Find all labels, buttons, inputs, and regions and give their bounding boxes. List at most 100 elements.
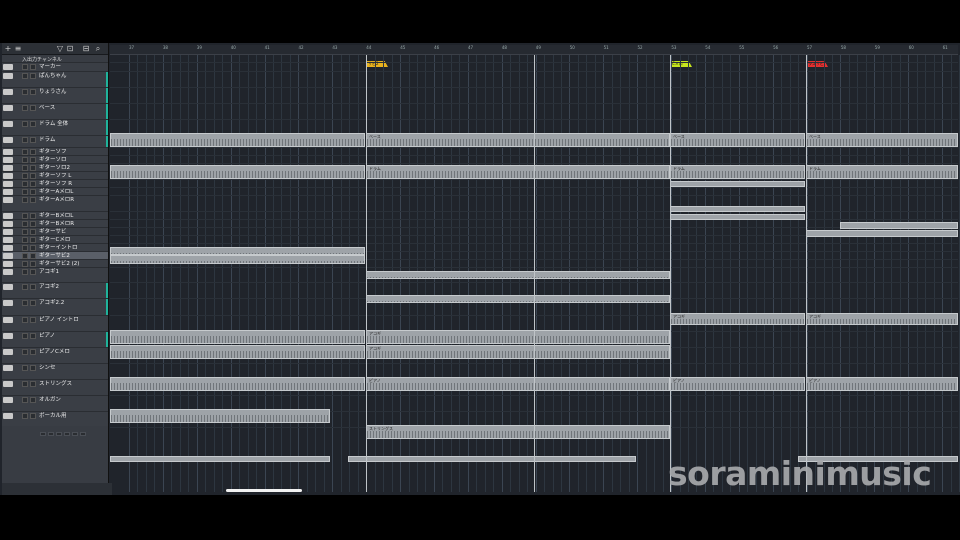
mute-button[interactable] [22, 317, 28, 323]
solo-button[interactable] [30, 349, 36, 355]
mute-button[interactable] [22, 284, 28, 290]
solo-button[interactable] [30, 105, 36, 111]
track-header[interactable]: シンセ [2, 363, 108, 388]
track-header[interactable]: ドラム 全体 [2, 119, 108, 144]
audio-clip[interactable] [110, 330, 365, 344]
track-controls[interactable] [40, 373, 100, 388]
track-header[interactable]: ギターCメロ [2, 235, 108, 243]
track-header[interactable]: ギターサビ2 [2, 251, 108, 259]
audio-clip[interactable]: アコギ [670, 313, 805, 325]
track-header[interactable]: ピアノCメロ [2, 347, 108, 372]
mute-button[interactable] [22, 121, 28, 127]
solo-button[interactable] [30, 300, 36, 306]
track-header[interactable]: ストリングス [2, 379, 108, 404]
audio-clip[interactable]: アコギ [366, 330, 670, 344]
audio-clip[interactable] [110, 377, 365, 391]
track-controls[interactable] [40, 292, 100, 307]
solo-button[interactable] [30, 89, 36, 95]
horizontal-scrollbar[interactable] [226, 489, 302, 492]
audio-clip[interactable]: ドラム [806, 165, 958, 179]
track-header[interactable]: ボーカル用 [2, 411, 108, 436]
solo-button[interactable] [30, 413, 36, 419]
mute-button[interactable] [22, 381, 28, 387]
mute-button[interactable] [22, 137, 28, 143]
audio-clip[interactable] [840, 222, 958, 229]
track-header[interactable]: ギターソフ R [2, 179, 108, 187]
track-header[interactable]: ギターAメロL [2, 187, 108, 195]
folder-icon[interactable]: ⊡ [66, 45, 74, 53]
solo-button[interactable] [30, 381, 36, 387]
mute-button[interactable] [22, 197, 28, 203]
track-header[interactable]: ドラム [2, 135, 108, 147]
track-header[interactable]: りょうさん [2, 87, 108, 112]
track-header[interactable]: アコギ2 [2, 282, 108, 307]
track-header[interactable]: アコギ2.2 [2, 298, 108, 323]
audio-clip[interactable] [670, 206, 805, 212]
track-header[interactable]: ギターソフ L [2, 171, 108, 179]
mute-button[interactable] [22, 89, 28, 95]
solo-button[interactable] [30, 284, 36, 290]
audio-clip[interactable]: ドラム [366, 165, 670, 179]
track-controls[interactable] [40, 389, 100, 404]
audio-clip[interactable] [366, 271, 670, 279]
track-controls[interactable] [40, 357, 100, 372]
track-controls[interactable] [40, 421, 100, 436]
mute-button[interactable] [22, 300, 28, 306]
audio-clip[interactable]: ピアノ [366, 377, 670, 391]
audio-clip[interactable]: ピアノ [806, 377, 958, 391]
audio-clip[interactable] [110, 345, 365, 359]
mute-button[interactable] [22, 105, 28, 111]
audio-clip[interactable]: ベース [806, 133, 958, 147]
track-header[interactable]: ギターBメロR [2, 219, 108, 227]
audio-clip[interactable] [670, 181, 805, 187]
solo-button[interactable] [30, 397, 36, 403]
track-header[interactable]: ギターAメロR [2, 195, 108, 220]
arrangement-canvas[interactable]: ベース ベース ベース ドラム ドラム ドラム アコギ アコギ アコギ アコギ ピアノ ピアノ ピアノス… [110, 55, 960, 492]
track-header[interactable]: ギターソフ [2, 147, 108, 155]
track-header[interactable]: ギターサビ [2, 227, 108, 235]
audio-clip[interactable] [110, 456, 330, 462]
mute-button[interactable] [22, 365, 28, 371]
track-header[interactable]: ギターソロ2 [2, 163, 108, 171]
audio-clip[interactable] [366, 295, 670, 303]
solo-button[interactable] [30, 365, 36, 371]
solo-button[interactable] [30, 64, 36, 70]
audio-clip[interactable]: ベース [366, 133, 670, 147]
track-controls[interactable] [40, 205, 100, 220]
track-controls[interactable] [40, 325, 100, 340]
track-header[interactable]: アコギ1 [2, 267, 108, 292]
search-icon[interactable]: ⌕ [94, 45, 102, 53]
track-menu-button[interactable]: ≡ [14, 45, 22, 53]
audio-clip[interactable] [110, 165, 365, 179]
collapse-icon[interactable]: ⊟ [82, 45, 90, 53]
audio-clip[interactable]: ベース [670, 133, 805, 147]
solo-button[interactable] [30, 333, 36, 339]
track-controls[interactable] [40, 405, 100, 420]
mute-button[interactable] [22, 333, 28, 339]
solo-button[interactable] [30, 121, 36, 127]
audio-clip[interactable] [110, 255, 365, 264]
track-controls[interactable] [40, 97, 100, 112]
mute-button[interactable] [22, 397, 28, 403]
track-header[interactable]: ベース [2, 103, 108, 128]
solo-button[interactable] [30, 73, 36, 79]
audio-clip[interactable]: ストリングス [366, 425, 670, 439]
mute-button[interactable] [22, 413, 28, 419]
audio-clip[interactable]: アコギ [366, 345, 670, 359]
audio-clip[interactable]: ドラム [670, 165, 805, 179]
track-controls[interactable] [40, 341, 100, 356]
audio-clip[interactable] [348, 456, 636, 462]
audio-clip[interactable]: ピアノ [670, 377, 805, 391]
audio-clip[interactable] [110, 409, 330, 423]
track-header[interactable]: ギターイントロ [2, 243, 108, 251]
audio-clip[interactable] [110, 247, 365, 255]
track-controls[interactable] [40, 308, 100, 323]
add-track-button[interactable]: + [4, 45, 12, 53]
mute-button[interactable] [22, 269, 28, 275]
track-controls[interactable] [40, 129, 100, 144]
track-header[interactable]: マーカー [2, 62, 108, 71]
filter-icon[interactable]: ▽ [56, 45, 64, 53]
solo-button[interactable] [30, 137, 36, 143]
solo-button[interactable] [30, 197, 36, 203]
track-controls[interactable] [40, 113, 100, 128]
